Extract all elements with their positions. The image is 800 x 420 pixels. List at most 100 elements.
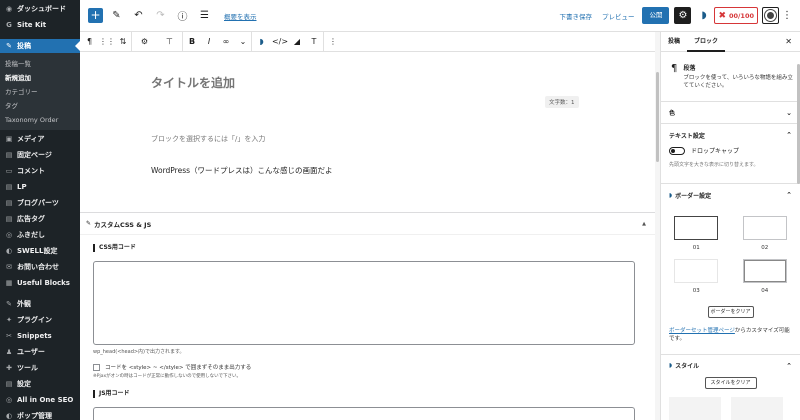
text-settings-toggle[interactable]: テキスト設定 ⌃ — [661, 124, 800, 146]
sidebar-item-media[interactable]: ▣ メディア — [0, 132, 80, 146]
raw-output-option[interactable]: コードを <style> ~ </style> で囲まずそのまま出力する — [93, 363, 655, 371]
sidebar-item-tools[interactable]: ✚ ツール — [0, 361, 80, 375]
tab-block[interactable]: ブロック — [687, 32, 725, 52]
sidebar-item-label: ブログパーツ — [17, 199, 59, 207]
clear-style-button[interactable]: スタイルをクリア — [704, 376, 757, 389]
more-options-icon[interactable]: ⋮ — [782, 10, 792, 21]
sidebar-item-blog-card[interactable]: ◐ ポップ管理 — [0, 409, 80, 420]
paragraph-icon[interactable]: ¶ — [80, 32, 99, 52]
gear-icon[interactable]: ⚙ — [674, 7, 692, 24]
style-section-toggle[interactable]: ◗ スタイル ⌃ — [661, 355, 800, 377]
drag-handle-icon[interactable]: ⋮⋮ — [99, 32, 115, 52]
seo-score-button[interactable]: ✖ 00/100 — [714, 7, 758, 24]
sidebar-item-label: Snippets — [17, 332, 52, 340]
sidebar-item-posts[interactable]: ✎ 投稿 — [0, 39, 80, 53]
align-icon[interactable]: ⊤ — [157, 32, 182, 52]
dropcap-toggle[interactable] — [669, 146, 685, 155]
sidebar-item-ad-tags[interactable]: ▤ 広告タグ — [0, 212, 80, 226]
panel-scrollbar[interactable] — [796, 52, 800, 420]
info-icon[interactable]: ⓘ — [174, 7, 191, 24]
border-option-03[interactable]: 03 — [669, 259, 724, 302]
users-icon: ♟ — [5, 348, 13, 356]
raw-output-checkbox[interactable] — [93, 363, 100, 371]
submenu-tags[interactable]: タグ — [0, 99, 80, 113]
block-name: 段落 — [683, 65, 696, 72]
appearance-icon: ✎ — [6, 300, 12, 308]
sidebar-item-comments[interactable]: ▭ コメント — [0, 164, 80, 178]
aioseo-icon[interactable] — [762, 7, 779, 24]
style-section-title: スタイル — [675, 363, 700, 370]
block-toolbar: ¶ ⋮⋮ ⇅ ⚙ ⊤ B I ∞ ⌄ ◗ </> ◢ T ⋮ — [80, 31, 655, 52]
sidebar-item-label: 設定 — [17, 380, 31, 388]
border-option-02[interactable]: 02 — [738, 216, 793, 259]
sidebar-item-snippets[interactable]: ✂ Snippets — [0, 329, 80, 343]
redo-icon[interactable]: ↷ — [152, 7, 169, 24]
comment-icon: ▭ — [5, 167, 13, 175]
chevron-up-icon: ⌃ — [786, 131, 792, 139]
sidebar-item-dashboard[interactable]: ◉ ダッシュボード — [0, 2, 80, 16]
paragraph-block[interactable]: WordPress（ワードプレスは）こんな感じの画面だよ — [151, 165, 333, 176]
style-preview-2[interactable] — [731, 396, 783, 420]
sidebar-item-pages[interactable]: ▤ 固定ページ — [0, 148, 80, 162]
border-settings-toggle[interactable]: ◗ ボーダー設定 ⌃ — [661, 184, 800, 206]
post-title-input[interactable]: タイトルを追加 — [151, 74, 235, 91]
sidebar-item-balloon[interactable]: ◎ ふきだし — [0, 228, 80, 242]
ad-tag-icon: ▤ — [5, 215, 13, 223]
style-preview-1[interactable] — [669, 396, 721, 420]
undo-icon[interactable]: ↶ — [130, 7, 147, 24]
bold-icon[interactable]: B — [183, 32, 201, 52]
css-code-textarea[interactable] — [93, 261, 635, 345]
dashboard-icon: ◉ — [5, 5, 13, 13]
sidebar-item-plugins[interactable]: ✦ プラグイン — [0, 313, 80, 327]
marker-icon[interactable]: ◢ — [289, 32, 305, 52]
italic-icon[interactable]: I — [201, 32, 217, 52]
clear-border-button[interactable]: ボーダーをクリア — [707, 306, 754, 318]
pencil-tool-icon[interactable]: ✎ — [108, 7, 125, 24]
move-arrows-icon[interactable]: ⇅ — [115, 32, 131, 52]
save-draft-button[interactable]: 下書き保存 — [559, 11, 592, 21]
block-options-icon[interactable]: ⋮ — [324, 32, 342, 52]
sidebar-item-swell-settings[interactable]: ◐ SWELL設定 — [0, 244, 80, 258]
border-set-link[interactable]: ボーダーセット管理ページ — [669, 328, 735, 334]
chevron-down-icon[interactable]: ⌄ — [235, 32, 251, 52]
sidebar-item-appearance[interactable]: ✎ 外観 — [0, 297, 80, 311]
collapse-caret-icon[interactable]: ▲ — [642, 221, 646, 227]
color-section-title: 色 — [669, 110, 676, 117]
sidebar-item-aioseo[interactable]: ◎ All in One SEO — [0, 393, 80, 407]
swell-small-icon: ◗ — [669, 362, 673, 369]
sidebar-item-useful-blocks[interactable]: ▦ Useful Blocks — [0, 276, 80, 290]
close-icon[interactable]: ✕ — [785, 37, 792, 46]
swell-logo-icon[interactable]: ◗ — [695, 7, 712, 24]
submenu-categories[interactable]: カテゴリー — [0, 85, 80, 99]
sidebar-item-contact[interactable]: ✉ お問い合わせ — [0, 260, 80, 274]
sidebar-item-settings[interactable]: ▤ 設定 — [0, 377, 80, 391]
submenu-all-posts[interactable]: 投稿一覧 — [0, 57, 80, 71]
swell-format-icon[interactable]: ◗ — [252, 32, 271, 52]
sidebar-item-sitekit[interactable]: G Site Kit — [0, 18, 80, 32]
sidebar-item-blog-parts[interactable]: ▤ ブログパーツ — [0, 196, 80, 210]
code-icon[interactable]: </> — [271, 32, 289, 52]
js-code-textarea[interactable] — [93, 407, 635, 420]
block-placeholder[interactable]: ブロックを選択するには「/」を入力 — [151, 134, 265, 144]
tab-post[interactable]: 投稿 — [661, 32, 687, 52]
sidebar-item-lp[interactable]: ▤ LP — [0, 180, 80, 194]
publish-button[interactable]: 公開 — [642, 7, 670, 24]
border-option-01[interactable]: 01 — [669, 216, 724, 259]
color-section-toggle[interactable]: 色 ⌄ — [661, 102, 800, 124]
metabox-header[interactable]: ✎ カスタムCSS & JS ▲ — [80, 213, 655, 235]
document-overview-link[interactable]: 概要を表示 — [224, 11, 257, 21]
js-code-label: JS用コード — [93, 390, 655, 398]
link-icon[interactable]: ∞ — [217, 32, 235, 52]
list-view-icon[interactable]: ☰ — [196, 7, 213, 24]
submenu-taxonomy-order[interactable]: Taxonomy Order — [0, 113, 80, 127]
dropcap-row[interactable]: ドロップキャップ — [669, 146, 792, 155]
swell-block-icon[interactable]: ⚙ — [132, 32, 157, 52]
aioseo-menu-icon: ◎ — [5, 396, 13, 404]
add-block-button[interactable]: + — [88, 8, 103, 23]
preview-button[interactable]: プレビュー — [602, 11, 635, 21]
border-option-04[interactable]: 04 — [738, 259, 793, 302]
submenu-add-new[interactable]: 新規追加 — [0, 71, 80, 85]
sidebar-item-users[interactable]: ♟ ユーザー — [0, 345, 80, 359]
seo-score-icon: ✖ — [718, 10, 726, 21]
typography-icon[interactable]: T — [305, 32, 323, 52]
